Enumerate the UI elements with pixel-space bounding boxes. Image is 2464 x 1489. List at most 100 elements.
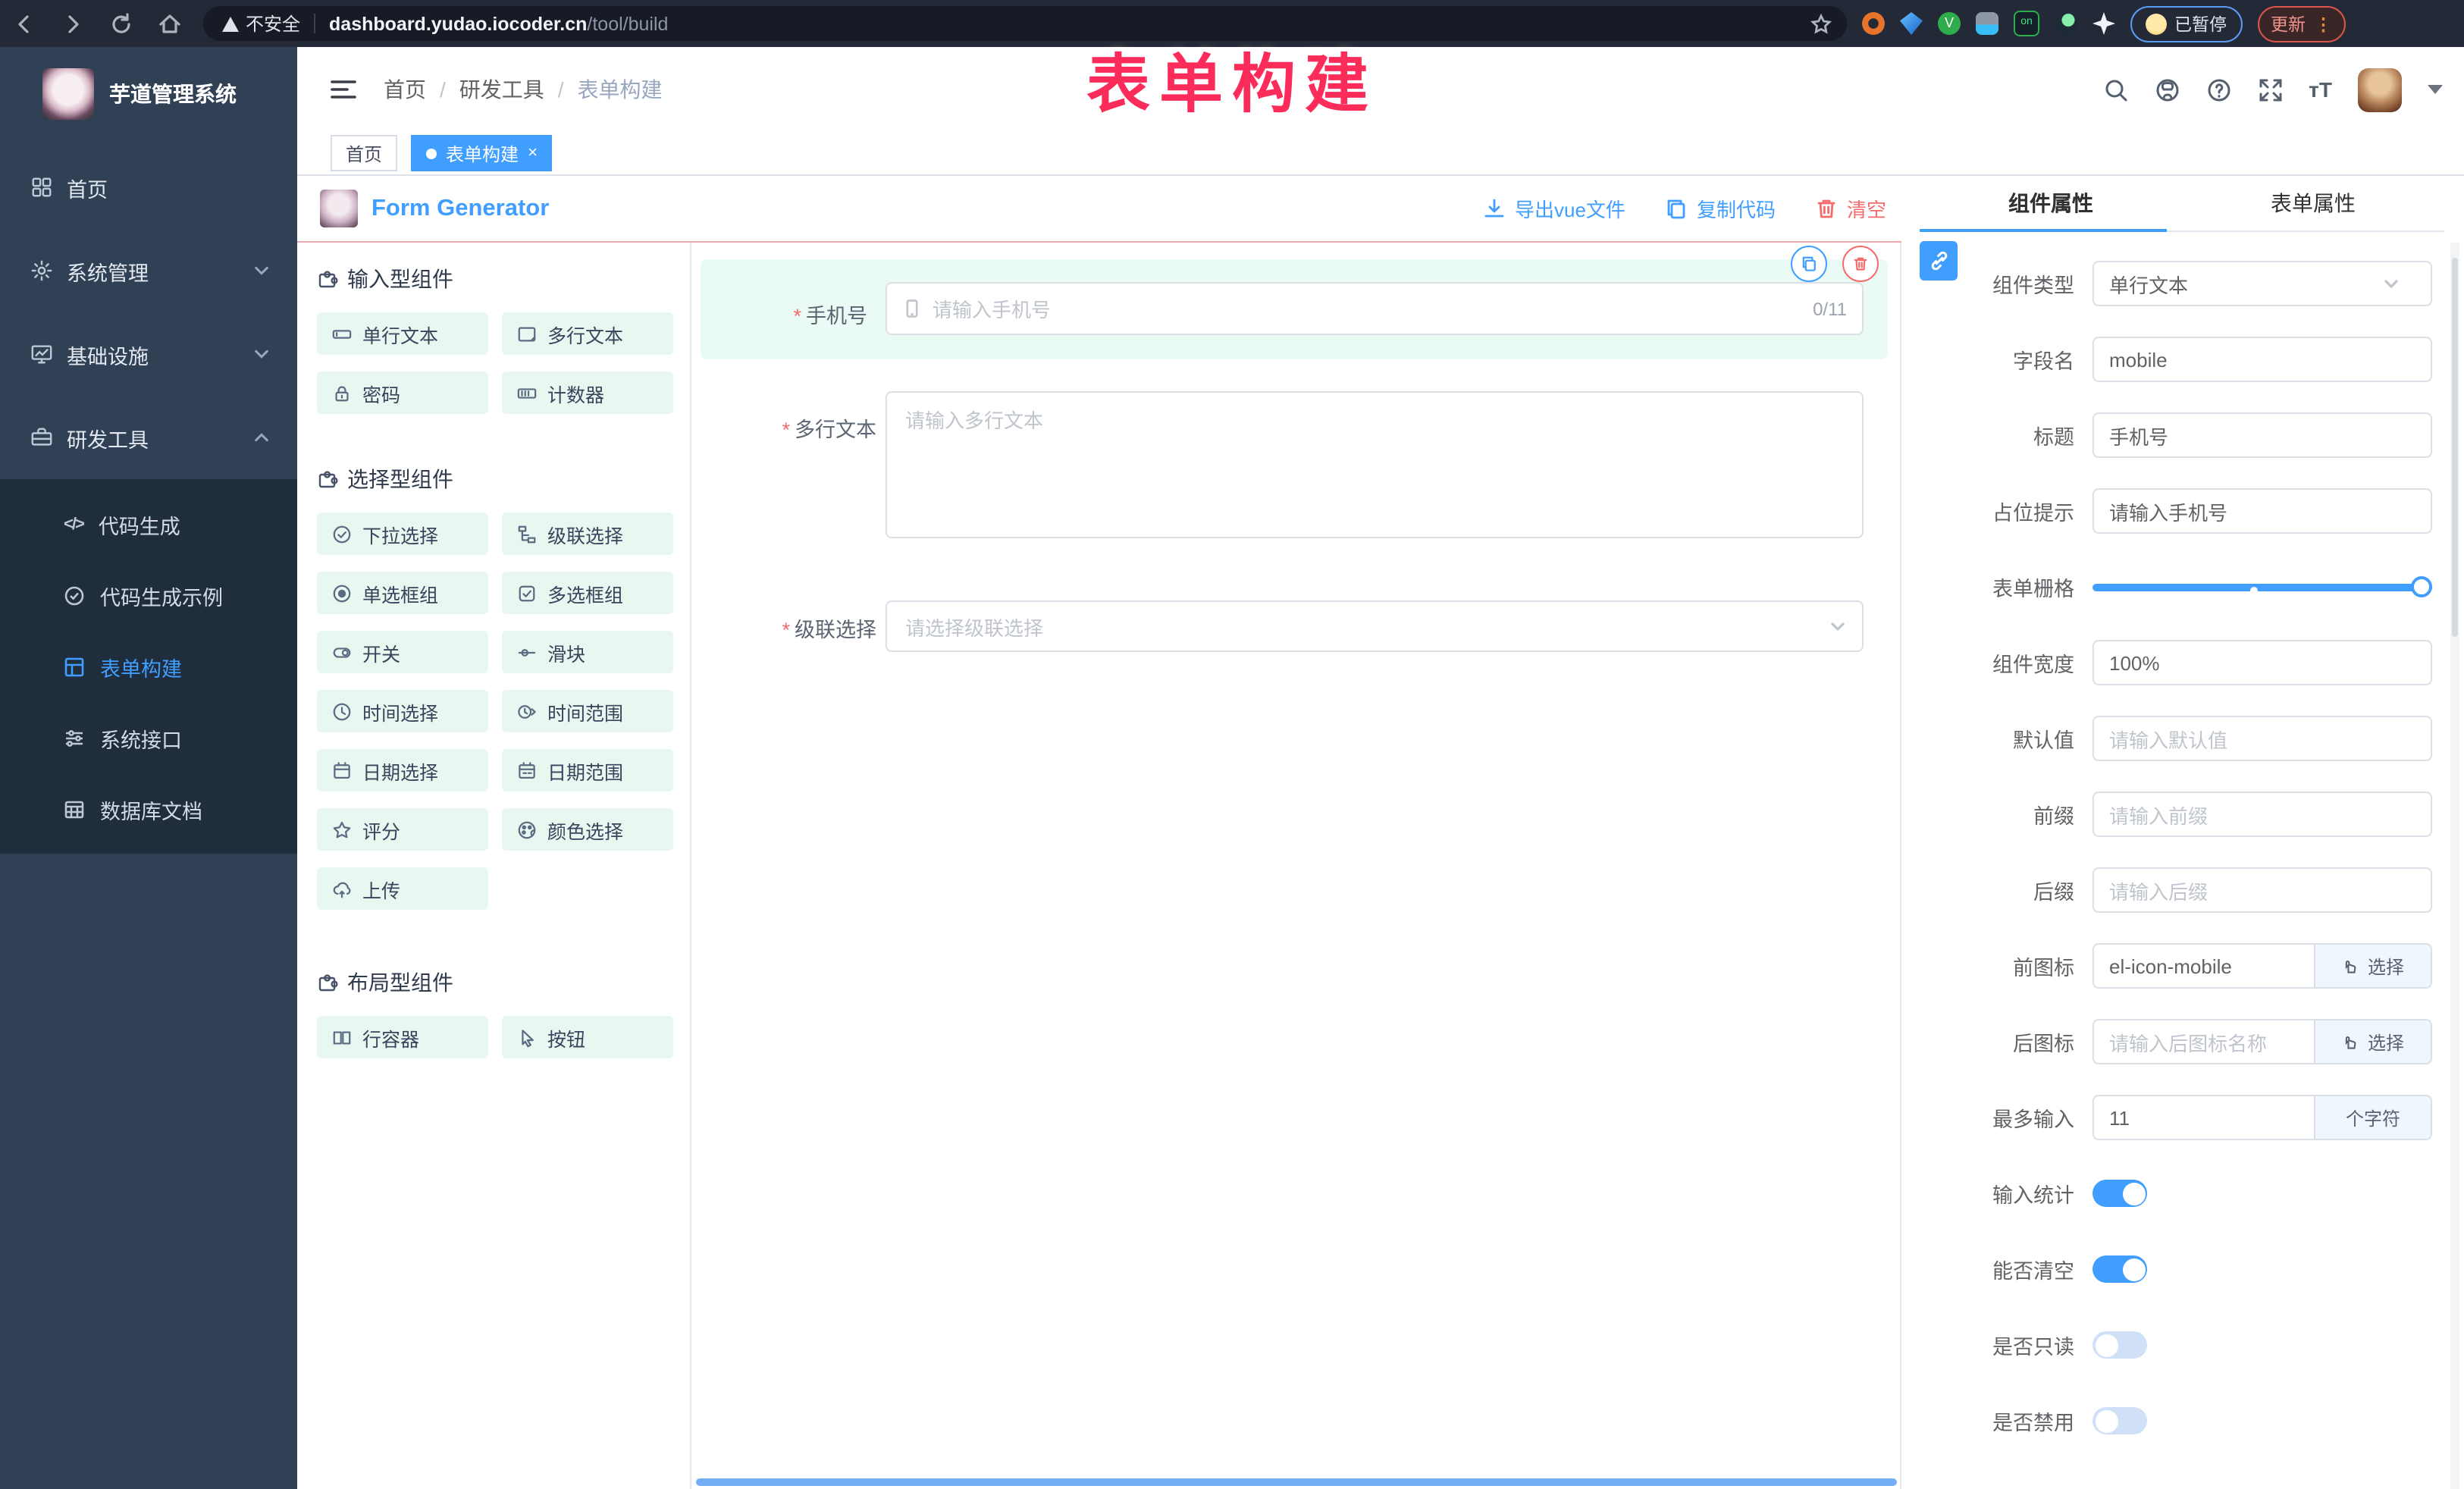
browser-update-button[interactable]: 更新 ⋮ — [2257, 5, 2346, 42]
disabled-toggle[interactable] — [2093, 1407, 2147, 1434]
reload-icon[interactable] — [109, 11, 133, 36]
palette-item-label: 评分 — [362, 815, 400, 844]
close-icon[interactable]: × — [528, 145, 538, 161]
palette-item-radio[interactable]: 单选框组 — [317, 572, 488, 614]
maxlength-input[interactable]: 11 — [2093, 1095, 2314, 1140]
show-count-toggle[interactable] — [2093, 1180, 2147, 1207]
delete-item-button[interactable] — [1842, 246, 1879, 282]
home-icon[interactable] — [158, 11, 182, 36]
palette-item-textarea[interactable]: 多行文本 — [502, 312, 673, 355]
form-canvas[interactable]: *手机号 请输入手机号 0/11 *多行文本 请输入多行文本 *级联选择 请选择… — [691, 243, 1901, 1489]
font-size-icon[interactable]: тT — [2309, 77, 2332, 102]
copy-code-button[interactable]: 复制代码 — [1665, 194, 1776, 223]
selected-form-item[interactable]: *手机号 请输入手机号 0/11 — [701, 259, 1888, 359]
textarea-input[interactable]: 请输入多行文本 — [886, 391, 1864, 538]
bookmark-star-icon[interactable] — [1810, 13, 1832, 34]
extension-icon[interactable] — [1976, 12, 1998, 35]
paused-extension-badge[interactable]: 已暂停 — [2130, 5, 2242, 42]
field-name-input[interactable]: mobile — [2093, 337, 2432, 382]
cascader-input[interactable]: 请选择级联选择 — [886, 600, 1864, 652]
palette-item-switch[interactable]: 开关 — [317, 631, 488, 673]
checkbox-icon — [517, 583, 537, 603]
palette-item-color-picker[interactable]: 颜色选择 — [502, 808, 673, 851]
app-logo — [42, 68, 94, 120]
github-icon[interactable] — [2154, 77, 2180, 102]
slider-icon — [517, 642, 537, 662]
tab-component-props[interactable]: 组件属性 — [1920, 176, 2182, 230]
duplicate-item-button[interactable] — [1791, 246, 1827, 282]
sidebar-item-system[interactable]: 系统管理 — [0, 246, 297, 296]
palette-item-button[interactable]: 按钮 — [502, 1016, 673, 1058]
horizontal-scrollbar[interactable] — [696, 1478, 1897, 1486]
palette-item-upload[interactable]: 上传 — [317, 867, 488, 910]
slider-handle[interactable] — [2411, 576, 2432, 597]
app-logo-row[interactable]: 芋道管理系统 — [0, 47, 297, 141]
palette-item-password[interactable]: 密码 — [317, 371, 488, 414]
required-asterisk: * — [782, 619, 790, 641]
default-value-input[interactable]: 请输入默认值 — [2093, 716, 2432, 761]
sidebar-item-label: 代码生成 — [99, 509, 180, 539]
suffix-icon-pick-button[interactable]: 选择 — [2314, 1019, 2432, 1064]
readonly-toggle[interactable] — [2093, 1331, 2147, 1359]
suffix-icon-input[interactable]: 请输入后图标名称 — [2093, 1019, 2314, 1064]
placeholder-input[interactable]: 请输入手机号 — [2093, 488, 2432, 534]
not-secure-warning[interactable]: 不安全 — [221, 11, 300, 36]
palette-item-date-range[interactable]: 日期范围 — [502, 749, 673, 792]
sidebar-item-codegen[interactable]: </> 代码生成 — [0, 488, 297, 560]
component-type-select[interactable]: 单行文本 — [2093, 261, 2432, 306]
address-bar[interactable]: 不安全 dashboard.yudao.iocoder.cn /tool/bui… — [203, 6, 1847, 41]
fullscreen-icon[interactable] — [2257, 77, 2283, 102]
sidebar-item-infra[interactable]: 基础设施 — [0, 329, 297, 379]
extension-icon[interactable] — [2055, 12, 2077, 35]
component-width-input[interactable]: 100% — [2093, 640, 2432, 685]
menu-dots-icon[interactable]: ⋮ — [2315, 13, 2332, 34]
mobile-input[interactable]: 请输入手机号 0/11 — [886, 282, 1864, 335]
palette-item-checkbox[interactable]: 多选框组 — [502, 572, 673, 614]
panel-scrollbar-thumb[interactable] — [2452, 258, 2458, 637]
export-vue-button[interactable]: 导出vue文件 — [1483, 194, 1625, 223]
prefix-icon-input[interactable]: el-icon-mobile — [2093, 943, 2314, 989]
title-input[interactable]: 手机号 — [2093, 412, 2432, 458]
help-icon[interactable] — [2205, 77, 2231, 102]
palette-item-single-line[interactable]: 单行文本 — [317, 312, 488, 355]
sidebar-item-api[interactable]: 系统接口 — [0, 702, 297, 773]
clearable-toggle[interactable] — [2093, 1255, 2147, 1283]
sidebar-item-db-doc[interactable]: 数据库文档 — [0, 773, 297, 845]
palette-item-rate[interactable]: 评分 — [317, 808, 488, 851]
prefix-icon-pick-button[interactable]: 选择 — [2314, 943, 2432, 989]
palette-item-time-range[interactable]: 时间范围 — [502, 690, 673, 732]
palette-item-date-picker[interactable]: 日期选择 — [317, 749, 488, 792]
breadcrumb-home[interactable]: 首页 — [384, 74, 426, 105]
tab-form-props[interactable]: 表单属性 — [2182, 176, 2444, 230]
palette-section-header: 布局型组件 — [317, 967, 676, 998]
palette-item-slider[interactable]: 滑块 — [502, 631, 673, 673]
extension-icon[interactable] — [1900, 12, 1923, 35]
palette-item-cascader[interactable]: 级联选择 — [502, 513, 673, 555]
sidebar-item-form-builder[interactable]: 表单构建 — [0, 631, 297, 702]
extension-icon[interactable] — [1862, 12, 1885, 35]
forward-icon[interactable] — [61, 11, 85, 36]
user-avatar[interactable] — [2358, 67, 2402, 111]
prefix-input[interactable]: 请输入前缀 — [2093, 792, 2432, 837]
palette-item-time-picker[interactable]: 时间选择 — [317, 690, 488, 732]
palette-item-counter[interactable]: 计数器 — [502, 371, 673, 414]
palette-section-title: 选择型组件 — [347, 464, 453, 494]
extension-icon[interactable]: V — [1938, 12, 1961, 35]
sidebar-item-devtools[interactable]: 研发工具 — [0, 412, 297, 462]
back-icon[interactable] — [12, 11, 36, 36]
sidebar-collapse-icon[interactable] — [331, 79, 356, 100]
form-grid-slider[interactable] — [2093, 564, 2432, 610]
extension-icon[interactable]: on — [2014, 11, 2039, 36]
search-icon[interactable] — [2102, 77, 2128, 102]
breadcrumb-devtools[interactable]: 研发工具 — [459, 74, 544, 105]
palette-item-select[interactable]: 下拉选择 — [317, 513, 488, 555]
sidebar-item-home[interactable]: 首页 — [0, 162, 297, 212]
sidebar-item-codegen-demo[interactable]: 代码生成示例 — [0, 560, 297, 631]
user-menu-caret-icon[interactable] — [2428, 85, 2443, 94]
tag-home[interactable]: 首页 — [331, 135, 397, 171]
tag-form-builder[interactable]: 表单构建 × — [411, 135, 553, 171]
suffix-input[interactable]: 请输入后缀 — [2093, 867, 2432, 913]
palette-item-row-container[interactable]: 行容器 — [317, 1016, 488, 1058]
extension-icon[interactable] — [2093, 12, 2115, 35]
clear-button[interactable]: 清空 — [1815, 194, 1886, 223]
